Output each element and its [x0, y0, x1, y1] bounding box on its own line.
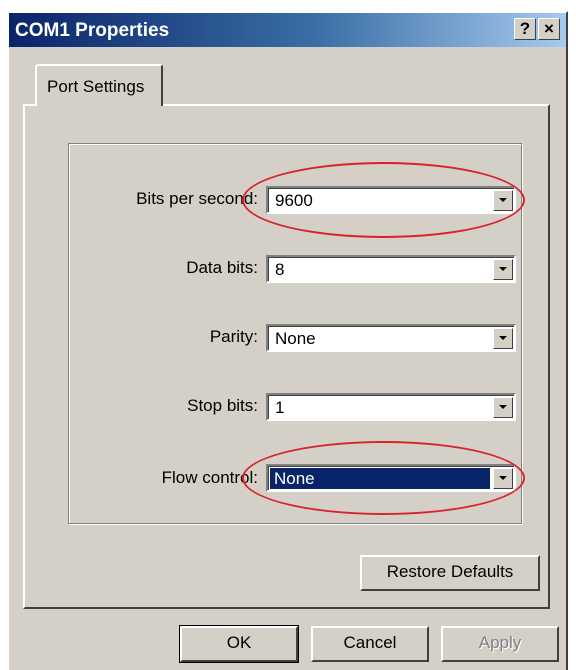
apply-label: Apply	[478, 633, 522, 652]
data-bits-dropdown-arrow[interactable]	[493, 259, 513, 280]
settings-group: Bits per second: 9600 Data bits: 8 Parit…	[68, 143, 525, 524]
data-bits-select[interactable]: 8	[266, 255, 516, 283]
parity-value: None	[275, 329, 316, 348]
parity-label: Parity:	[209, 327, 258, 346]
port-settings-panel: Bits per second: 9600 Data bits: 8 Parit…	[23, 104, 550, 609]
parity-dropdown-arrow[interactable]	[493, 328, 513, 349]
restore-defaults-label: Restore Defaults	[386, 562, 514, 581]
window-title: COM1 Properties	[15, 20, 170, 41]
parity-select[interactable]: None	[266, 324, 516, 352]
stop-bits-dropdown-arrow[interactable]	[493, 397, 513, 418]
help-button[interactable]: ?	[514, 18, 536, 40]
ok-label: OK	[226, 633, 252, 652]
ok-button[interactable]: OK	[179, 625, 299, 663]
chevron-down-icon	[499, 267, 507, 271]
stop-bits-value: 1	[275, 398, 285, 417]
stop-bits-label: Stop bits:	[187, 396, 258, 415]
cancel-button[interactable]: Cancel	[311, 626, 429, 662]
title-bar[interactable]: COM1 Properties ? ×	[9, 13, 566, 47]
data-bits-value: 8	[275, 260, 285, 279]
com1-properties-dialog: COM1 Properties ? × Port Settings Bits p…	[7, 11, 568, 670]
annotation-ellipse-flow-control	[242, 441, 525, 515]
close-button[interactable]: ×	[538, 18, 560, 40]
data-bits-label: Data bits:	[186, 258, 258, 277]
tab-port-settings-label: Port Settings	[47, 77, 145, 96]
stop-bits-select[interactable]: 1	[266, 393, 516, 421]
tab-port-settings[interactable]: Port Settings	[35, 64, 163, 106]
chevron-down-icon	[499, 405, 507, 409]
bits-per-second-label: Bits per second:	[136, 189, 258, 208]
cancel-label: Cancel	[343, 633, 397, 652]
chevron-down-icon	[499, 336, 507, 340]
annotation-ellipse-bits-per-second	[242, 162, 525, 238]
apply-button: Apply	[441, 626, 559, 662]
restore-defaults-button[interactable]: Restore Defaults	[360, 555, 540, 591]
